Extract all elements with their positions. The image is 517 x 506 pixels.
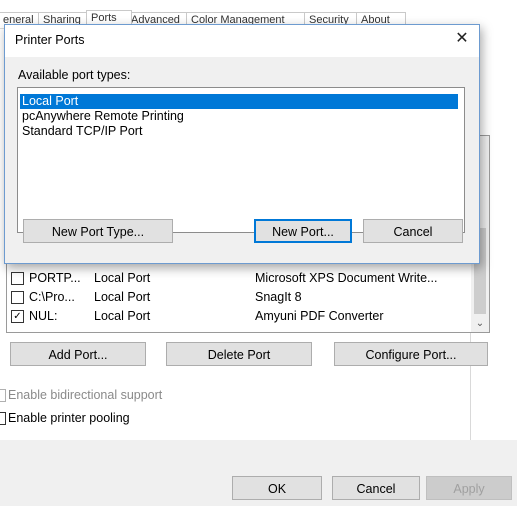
bidirectional-option[interactable]: Enable bidirectional support xyxy=(0,386,220,404)
table-row[interactable]: PORTP... Local Port Microsoft XPS Docume… xyxy=(7,269,469,287)
table-row[interactable]: ✓ NUL: Local Port Amyuni PDF Converter xyxy=(7,307,469,325)
port-checkbox[interactable] xyxy=(11,272,24,285)
table-row[interactable]: C:\Pro... Local Port SnagIt 8 xyxy=(7,288,469,306)
close-icon[interactable]: ✕ xyxy=(451,28,473,50)
configure-port-button[interactable]: Configure Port... xyxy=(334,342,488,366)
apply-button[interactable]: Apply xyxy=(426,476,512,500)
port-description: Local Port xyxy=(94,290,151,304)
bidirectional-checkbox[interactable] xyxy=(0,389,6,402)
port-name: C:\Pro... xyxy=(29,290,75,304)
chevron-down-icon[interactable]: ⌄ xyxy=(471,316,489,332)
bidirectional-label: Enable bidirectional support xyxy=(8,388,163,402)
list-item[interactable]: Standard TCP/IP Port xyxy=(20,124,458,139)
dialog-footer: OK Cancel Apply xyxy=(0,440,517,506)
pooling-label: Enable printer pooling xyxy=(8,411,130,425)
new-port-button[interactable]: New Port... xyxy=(254,219,352,243)
port-checkbox[interactable] xyxy=(11,291,24,304)
dialog-title: Printer Ports xyxy=(15,33,85,47)
port-type-list[interactable]: Local Port pcAnywhere Remote Printing St… xyxy=(17,87,465,233)
port-types-label: Available port types: xyxy=(18,68,131,82)
port-checkbox[interactable]: ✓ xyxy=(11,310,24,323)
list-item[interactable]: Local Port xyxy=(20,94,458,109)
tab-ports-label: Ports xyxy=(91,12,117,24)
port-printer: SnagIt 8 xyxy=(255,290,302,304)
delete-port-button[interactable]: Delete Port xyxy=(166,342,312,366)
list-item[interactable]: pcAnywhere Remote Printing xyxy=(20,109,458,124)
port-name: NUL: xyxy=(29,309,58,323)
dialog-body: Available port types: Local Port pcAnywh… xyxy=(5,57,479,263)
pooling-option[interactable]: Enable printer pooling xyxy=(0,409,200,427)
port-description: Local Port xyxy=(94,271,151,285)
printer-ports-dialog: Printer Ports ✕ Available port types: Lo… xyxy=(4,24,480,264)
port-printer: Microsoft XPS Document Write... xyxy=(255,271,438,285)
add-port-button[interactable]: Add Port... xyxy=(10,342,146,366)
ok-button[interactable]: OK xyxy=(232,476,322,500)
port-printer: Amyuni PDF Converter xyxy=(255,309,384,323)
port-name: PORTP... xyxy=(29,271,81,285)
pooling-checkbox[interactable] xyxy=(0,412,6,425)
dialog-cancel-button[interactable]: Cancel xyxy=(363,219,463,243)
new-port-type-button[interactable]: New Port Type... xyxy=(23,219,173,243)
cancel-button[interactable]: Cancel xyxy=(332,476,420,500)
port-description: Local Port xyxy=(94,309,151,323)
